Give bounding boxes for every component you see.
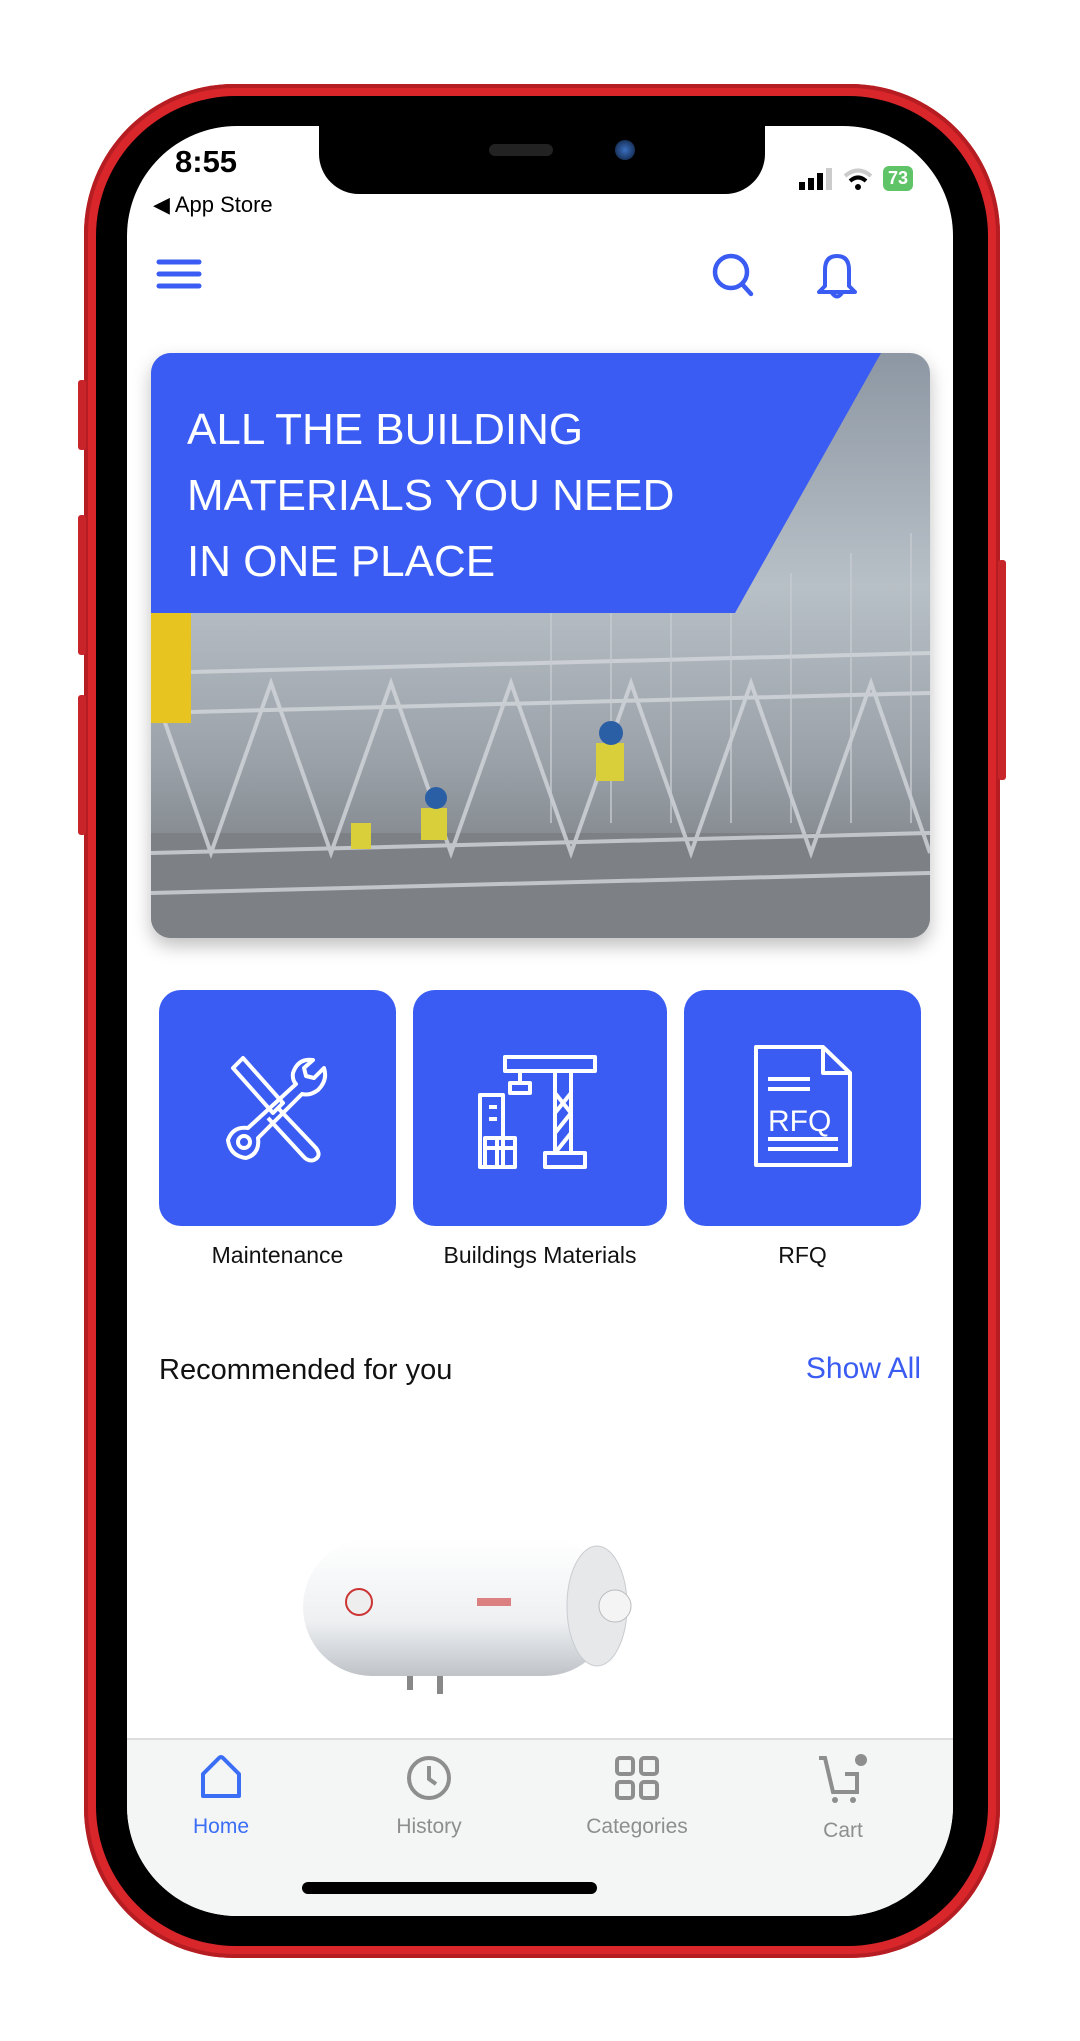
category-tile-buildings-materials[interactable] [413,990,667,1226]
wifi-icon [843,168,873,190]
power-button [998,560,1006,780]
crane-icon [478,1055,597,1169]
promo-banner[interactable]: ALL THE BUILDING MATERIALS YOU NEED IN O… [151,353,930,938]
back-to-app-store[interactable]: ◀ App Store [153,192,273,218]
tab-history[interactable]: History [349,1754,509,1839]
home-icon [201,1755,241,1798]
mute-switch [78,380,86,450]
category-label-rfq: RFQ [778,1242,827,1268]
category-tile-maintenance[interactable] [159,990,396,1226]
category-label-buildings-materials: Buildings Materials [443,1242,637,1268]
hamburger-icon[interactable] [155,248,207,300]
bell-icon[interactable] [811,248,863,300]
tab-categories[interactable]: Categories [557,1754,717,1839]
grid-icon [615,1756,659,1800]
category-tile-rfq[interactable]: RFQ [684,990,921,1226]
clock-icon [407,1756,451,1800]
battery-indicator: 73 [882,166,913,191]
tab-home[interactable]: Home [141,1754,301,1839]
home-indicator[interactable] [302,1882,597,1894]
rfq-document-icon: RFQ [753,1045,852,1167]
status-icons: 73 [798,166,913,191]
status-time: 8:55 [175,144,238,179]
screen: 8:55 ◀ App Store 73 ALL THE BUILDING MAT… [127,126,953,1916]
volume-down-button [78,695,86,835]
search-icon[interactable] [709,248,761,300]
tab-cart[interactable]: Cart [763,1754,923,1843]
notch [319,126,765,194]
volume-up-button [78,515,86,655]
svg-text:RFQ: RFQ [768,1105,831,1138]
category-label-maintenance: Maintenance [211,1242,344,1268]
signal-icon [798,167,832,190]
product-water-heater-image[interactable] [297,1526,637,1696]
show-all-link[interactable]: Show All [806,1352,921,1386]
cart-icon [819,1754,867,1803]
section-title-recommended: Recommended for you [159,1354,453,1386]
banner-headline: ALL THE BUILDING MATERIALS YOU NEED IN O… [187,405,675,586]
tools-icon [225,1056,327,1163]
